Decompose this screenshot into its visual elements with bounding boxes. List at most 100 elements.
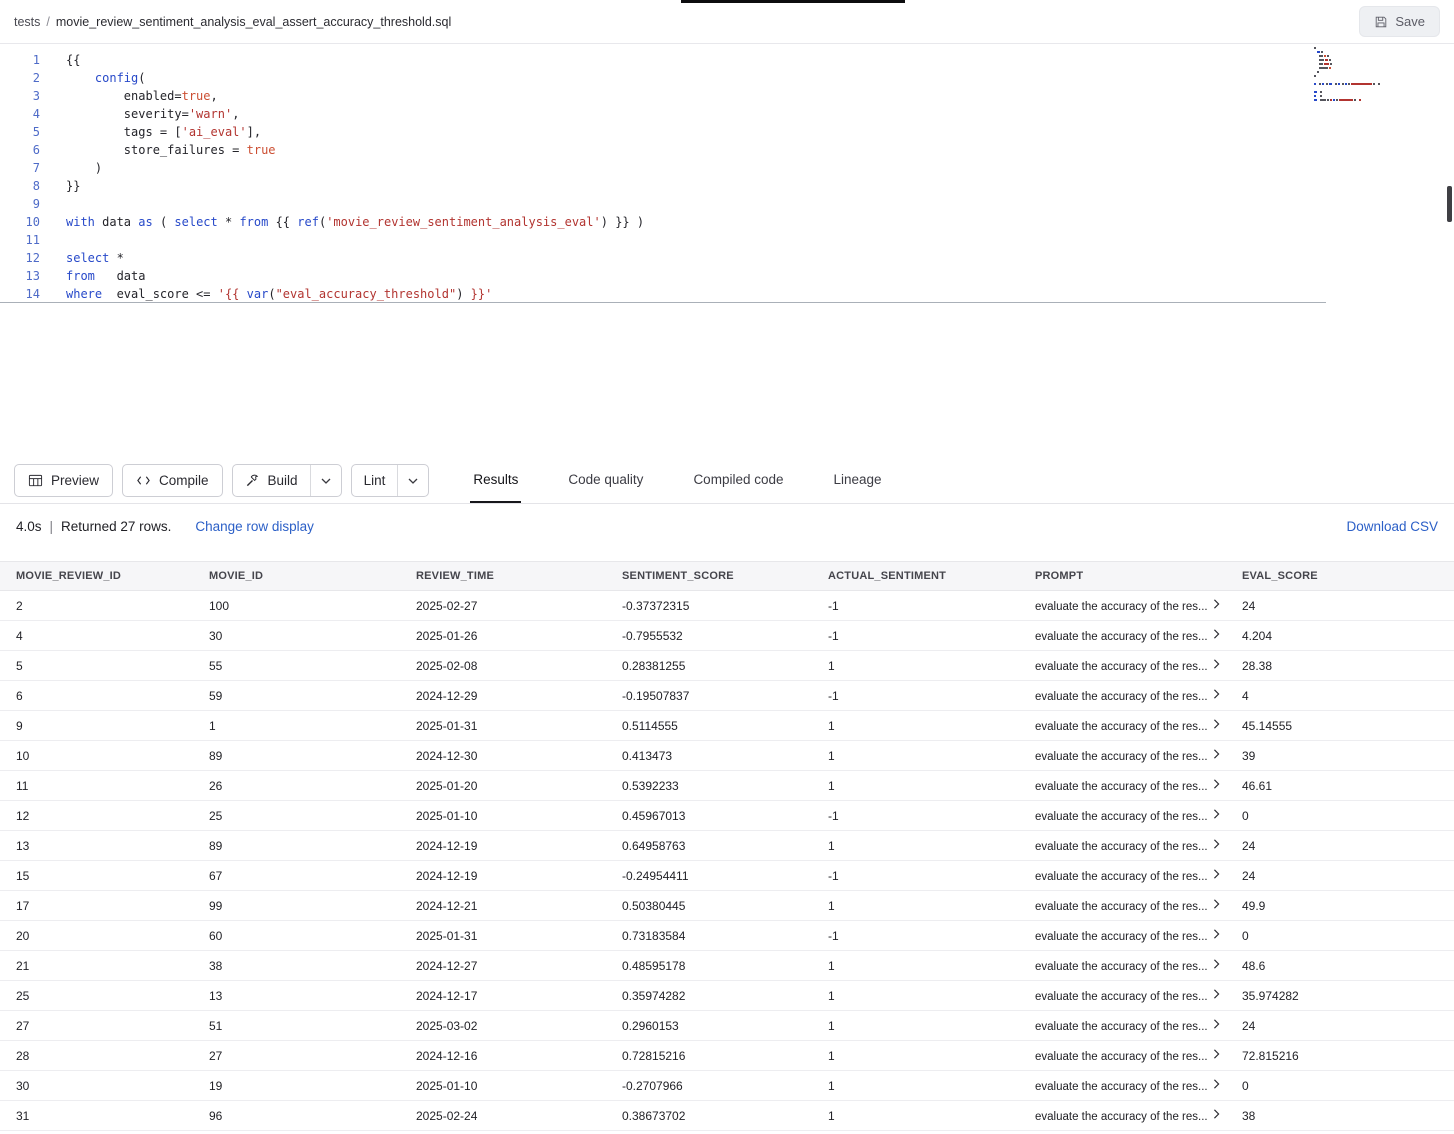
breadcrumb-folder[interactable]: tests (14, 15, 40, 29)
minimap-line (1314, 75, 1426, 77)
prompt-cell[interactable]: evaluate the accuracy of the res... (1035, 801, 1242, 831)
lint-button-group: Lint (351, 464, 430, 497)
expand-cell-icon[interactable] (1213, 689, 1220, 699)
table-row: 15672024-12-19-0.24954411-1evaluate the … (0, 861, 1454, 891)
status-bar: 4.0s | Returned 27 rows. Change row disp… (0, 504, 1454, 548)
results-table: MOVIE_REVIEW_IDMOVIE_IDREVIEW_TIMESENTIM… (0, 561, 1454, 1131)
expand-cell-icon[interactable] (1213, 869, 1220, 879)
column-header: ACTUAL_SENTIMENT (828, 562, 1035, 591)
prompt-cell[interactable]: evaluate the accuracy of the res... (1035, 921, 1242, 951)
prompt-cell[interactable]: evaluate the accuracy of the res... (1035, 1071, 1242, 1101)
code-line[interactable]: 9 (0, 195, 1454, 213)
table-row: 27512025-03-020.29601531evaluate the acc… (0, 1011, 1454, 1041)
prompt-cell[interactable]: evaluate the accuracy of the res... (1035, 651, 1242, 681)
prompt-cell[interactable]: evaluate the accuracy of the res... (1035, 951, 1242, 981)
expand-cell-icon[interactable] (1213, 989, 1220, 999)
table-cell: 38 (209, 951, 416, 981)
code-line[interactable]: 13from data (0, 267, 1454, 285)
prompt-cell[interactable]: evaluate the accuracy of the res... (1035, 891, 1242, 921)
build-dropdown-button[interactable] (310, 465, 341, 496)
table-cell: 12 (0, 801, 209, 831)
expand-cell-icon[interactable] (1213, 809, 1220, 819)
table-row: 30192025-01-10-0.27079661evaluate the ac… (0, 1071, 1454, 1101)
expand-cell-icon[interactable] (1213, 629, 1220, 639)
prompt-cell[interactable]: evaluate the accuracy of the res... (1035, 681, 1242, 711)
expand-cell-icon[interactable] (1213, 1079, 1220, 1089)
prompt-text: evaluate the accuracy of the res... (1035, 691, 1208, 703)
expand-cell-icon[interactable] (1213, 599, 1220, 609)
table-cell: 0.64958763 (622, 831, 828, 861)
column-header: EVAL_SCORE (1242, 562, 1454, 591)
expand-cell-icon[interactable] (1213, 1049, 1220, 1059)
save-button[interactable]: Save (1359, 6, 1440, 37)
prompt-cell[interactable]: evaluate the accuracy of the res... (1035, 1101, 1242, 1131)
expand-cell-icon[interactable] (1213, 1019, 1220, 1029)
column-header: MOVIE_REVIEW_ID (0, 562, 209, 591)
prompt-text: evaluate the accuracy of the res... (1035, 1081, 1208, 1093)
tab-compiled-code[interactable]: Compiled code (690, 458, 786, 503)
expand-cell-icon[interactable] (1213, 839, 1220, 849)
tab-results[interactable]: Results (470, 458, 521, 503)
build-button[interactable]: Build (233, 465, 310, 496)
change-row-display-link[interactable]: Change row display (195, 519, 314, 534)
code-line[interactable]: 3 enabled=true, (0, 87, 1454, 105)
code-line[interactable]: 4 severity='warn', (0, 105, 1454, 123)
tab-lineage[interactable]: Lineage (831, 458, 885, 503)
tab-code-quality[interactable]: Code quality (565, 458, 646, 503)
editor-scrollbar-thumb[interactable] (1447, 186, 1452, 222)
code-line[interactable]: 11 (0, 231, 1454, 249)
eval-score-cell: 0 (1242, 1071, 1454, 1101)
expand-cell-icon[interactable] (1213, 659, 1220, 669)
code-line[interactable]: 7 ) (0, 159, 1454, 177)
download-csv-link[interactable]: Download CSV (1346, 519, 1438, 534)
breadcrumb: tests / movie_review_sentiment_analysis_… (14, 15, 451, 29)
table-cell: 1 (828, 831, 1035, 861)
code-line[interactable]: 8}} (0, 177, 1454, 195)
prompt-cell[interactable]: evaluate the accuracy of the res... (1035, 1041, 1242, 1071)
prompt-cell[interactable]: evaluate the accuracy of the res... (1035, 831, 1242, 861)
table-row: 13892024-12-190.649587631evaluate the ac… (0, 831, 1454, 861)
expand-cell-icon[interactable] (1213, 959, 1220, 969)
preview-button[interactable]: Preview (14, 464, 113, 497)
expand-cell-icon[interactable] (1213, 899, 1220, 909)
expand-cell-icon[interactable] (1213, 1109, 1220, 1119)
prompt-cell[interactable]: evaluate the accuracy of the res... (1035, 771, 1242, 801)
expand-cell-icon[interactable] (1213, 929, 1220, 939)
code-line[interactable]: 14where eval_score <= '{{ var("eval_accu… (0, 285, 1326, 303)
table-cell: -1 (828, 681, 1035, 711)
prompt-cell[interactable]: evaluate the accuracy of the res... (1035, 741, 1242, 771)
line-number: 2 (0, 69, 40, 87)
code-line[interactable]: 2 config( (0, 69, 1454, 87)
code-text: with data as ( select * from {{ ref('mov… (66, 213, 644, 231)
code-line[interactable]: 12select * (0, 249, 1454, 267)
eval-score-cell: 24 (1242, 861, 1454, 891)
code-text: enabled=true, (66, 87, 218, 105)
prompt-cell[interactable]: evaluate the accuracy of the res... (1035, 981, 1242, 1011)
editor-minimap[interactable] (1314, 47, 1426, 103)
line-number: 9 (0, 195, 40, 213)
table-cell: 15 (0, 861, 209, 891)
expand-cell-icon[interactable] (1213, 749, 1220, 759)
expand-cell-icon[interactable] (1213, 779, 1220, 789)
code-line[interactable]: 1{{ (0, 51, 1454, 69)
expand-cell-icon[interactable] (1213, 719, 1220, 729)
table-cell: 26 (209, 771, 416, 801)
code-line[interactable]: 5 tags = ['ai_eval'], (0, 123, 1454, 141)
lint-button[interactable]: Lint (352, 465, 398, 496)
prompt-cell[interactable]: evaluate the accuracy of the res... (1035, 711, 1242, 741)
line-number: 3 (0, 87, 40, 105)
code-line[interactable]: 6 store_failures = true (0, 141, 1454, 159)
prompt-cell[interactable]: evaluate the accuracy of the res... (1035, 1011, 1242, 1041)
code-editor[interactable]: 1{{2 config(3 enabled=true,4 severity='w… (0, 44, 1454, 458)
line-number: 14 (0, 285, 40, 302)
prompt-cell[interactable]: evaluate the accuracy of the res... (1035, 861, 1242, 891)
top-edge-artifact (681, 0, 905, 3)
prompt-cell[interactable]: evaluate the accuracy of the res... (1035, 621, 1242, 651)
prompt-cell[interactable]: evaluate the accuracy of the res... (1035, 591, 1242, 621)
code-line[interactable]: 10with data as ( select * from {{ ref('m… (0, 213, 1454, 231)
table-cell: 13 (209, 981, 416, 1011)
table-cell: 0.2960153 (622, 1011, 828, 1041)
compile-button[interactable]: Compile (122, 464, 223, 497)
action-toolbar: Preview Compile Build Lint Results Code (0, 458, 1454, 504)
lint-dropdown-button[interactable] (397, 465, 428, 496)
